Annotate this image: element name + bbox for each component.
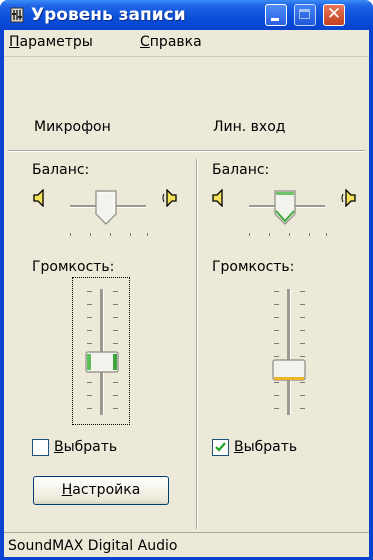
balance-tick — [147, 233, 148, 236]
client-area: Параметры Справка Микрофон Лин. вход Бал… — [4, 30, 369, 557]
balance-slider-line-in[interactable] — [274, 190, 296, 226]
settings-button[interactable]: Настройка — [33, 476, 169, 505]
menu-help[interactable]: Справка — [140, 34, 202, 50]
balance-label-mic: Баланс: — [32, 162, 90, 178]
status-bar: SoundMAX Digital Audio — [4, 532, 369, 557]
header-divider — [8, 150, 365, 152]
speaker-left-icon — [212, 189, 223, 207]
speaker-right-icon — [162, 189, 177, 207]
volume-tick — [87, 343, 92, 344]
menu-help-label: правка — [149, 34, 202, 50]
volume-tick — [300, 408, 305, 409]
volume-tick — [113, 343, 118, 344]
volume-tick — [87, 408, 92, 409]
select-label-mic-accel: В — [54, 439, 64, 455]
recording-control-window: Уровень записи ✕ Параметры Справка Микро… — [0, 0, 373, 560]
menu-help-accel: С — [140, 34, 150, 50]
volume-tick — [113, 304, 118, 305]
volume-tick — [113, 408, 118, 409]
volume-tick — [113, 317, 118, 318]
speaker-right-icon — [341, 189, 356, 207]
window-title: Уровень записи — [31, 5, 186, 25]
volume-tick — [87, 317, 92, 318]
balance-slider-mic[interactable] — [95, 190, 117, 226]
volume-tick — [274, 343, 279, 344]
volume-tick — [113, 291, 118, 292]
select-checkbox-line-in[interactable] — [212, 439, 229, 456]
title-bar[interactable]: Уровень записи ✕ — [0, 0, 373, 30]
volume-tick — [300, 356, 305, 357]
balance-tick — [326, 233, 327, 236]
select-label-line-in[interactable]: Выбрать — [234, 439, 297, 455]
volume-tick — [87, 330, 92, 331]
column-divider — [196, 159, 198, 529]
settings-button-accel: Н — [61, 482, 73, 498]
volume-tick — [274, 356, 279, 357]
maximize-button[interactable] — [294, 4, 316, 26]
volume-tick — [113, 382, 118, 383]
select-label-line-in-text: ыбрать — [243, 439, 298, 455]
balance-tick — [130, 233, 131, 236]
volume-slider-mic[interactable] — [85, 351, 119, 373]
checkmark-icon — [215, 442, 226, 452]
volume-tick — [274, 330, 279, 331]
balance-tick — [90, 233, 91, 236]
menu-bar: Параметры Справка — [4, 30, 369, 57]
balance-tick — [70, 233, 71, 236]
balance-tick — [309, 233, 310, 236]
speaker-app-icon[interactable] — [9, 7, 25, 23]
volume-tick — [274, 291, 279, 292]
balance-label-line-in: Баланс: — [212, 162, 270, 178]
volume-tick — [300, 317, 305, 318]
volume-tick — [87, 304, 92, 305]
settings-button-label: астройка — [72, 482, 141, 498]
channel-title-mic: Микрофон — [34, 119, 111, 135]
volume-tick — [274, 317, 279, 318]
select-label-mic-text: ыбрать — [63, 439, 118, 455]
volume-label-mic: Громкость: — [32, 259, 115, 275]
volume-tick — [300, 382, 305, 383]
menu-parameters-accel: П — [9, 34, 20, 50]
volume-tick — [274, 408, 279, 409]
volume-tick — [87, 395, 92, 396]
menu-parameters[interactable]: Параметры — [9, 34, 93, 50]
volume-tick — [300, 291, 305, 292]
volume-tick — [300, 343, 305, 344]
select-label-mic[interactable]: Выбрать — [54, 439, 117, 455]
select-checkbox-mic[interactable] — [32, 439, 49, 456]
balance-tick — [269, 233, 270, 236]
balance-tick — [110, 233, 111, 236]
volume-tick — [113, 395, 118, 396]
volume-tick — [300, 330, 305, 331]
volume-tick — [274, 304, 279, 305]
volume-tick — [300, 304, 305, 305]
channel-title-line-in: Лин. вход — [213, 119, 286, 135]
minimize-button[interactable] — [265, 4, 287, 26]
menu-parameters-label: араметры — [19, 34, 93, 50]
volume-tick — [87, 291, 92, 292]
volume-tick — [300, 395, 305, 396]
volume-tick — [87, 382, 92, 383]
status-text: SoundMAX Digital Audio — [8, 538, 178, 554]
close-icon: ✕ — [326, 4, 342, 24]
volume-label-line-in: Громкость: — [212, 259, 295, 275]
volume-track-line-in — [287, 289, 291, 415]
volume-tick — [274, 395, 279, 396]
volume-tick — [113, 330, 118, 331]
balance-tick — [249, 233, 250, 236]
select-label-line-in-accel: В — [234, 439, 244, 455]
speaker-left-icon — [33, 189, 44, 207]
close-button[interactable]: ✕ — [323, 4, 345, 26]
volume-tick — [274, 382, 279, 383]
volume-slider-line-in[interactable] — [272, 359, 306, 381]
balance-tick — [289, 233, 290, 236]
